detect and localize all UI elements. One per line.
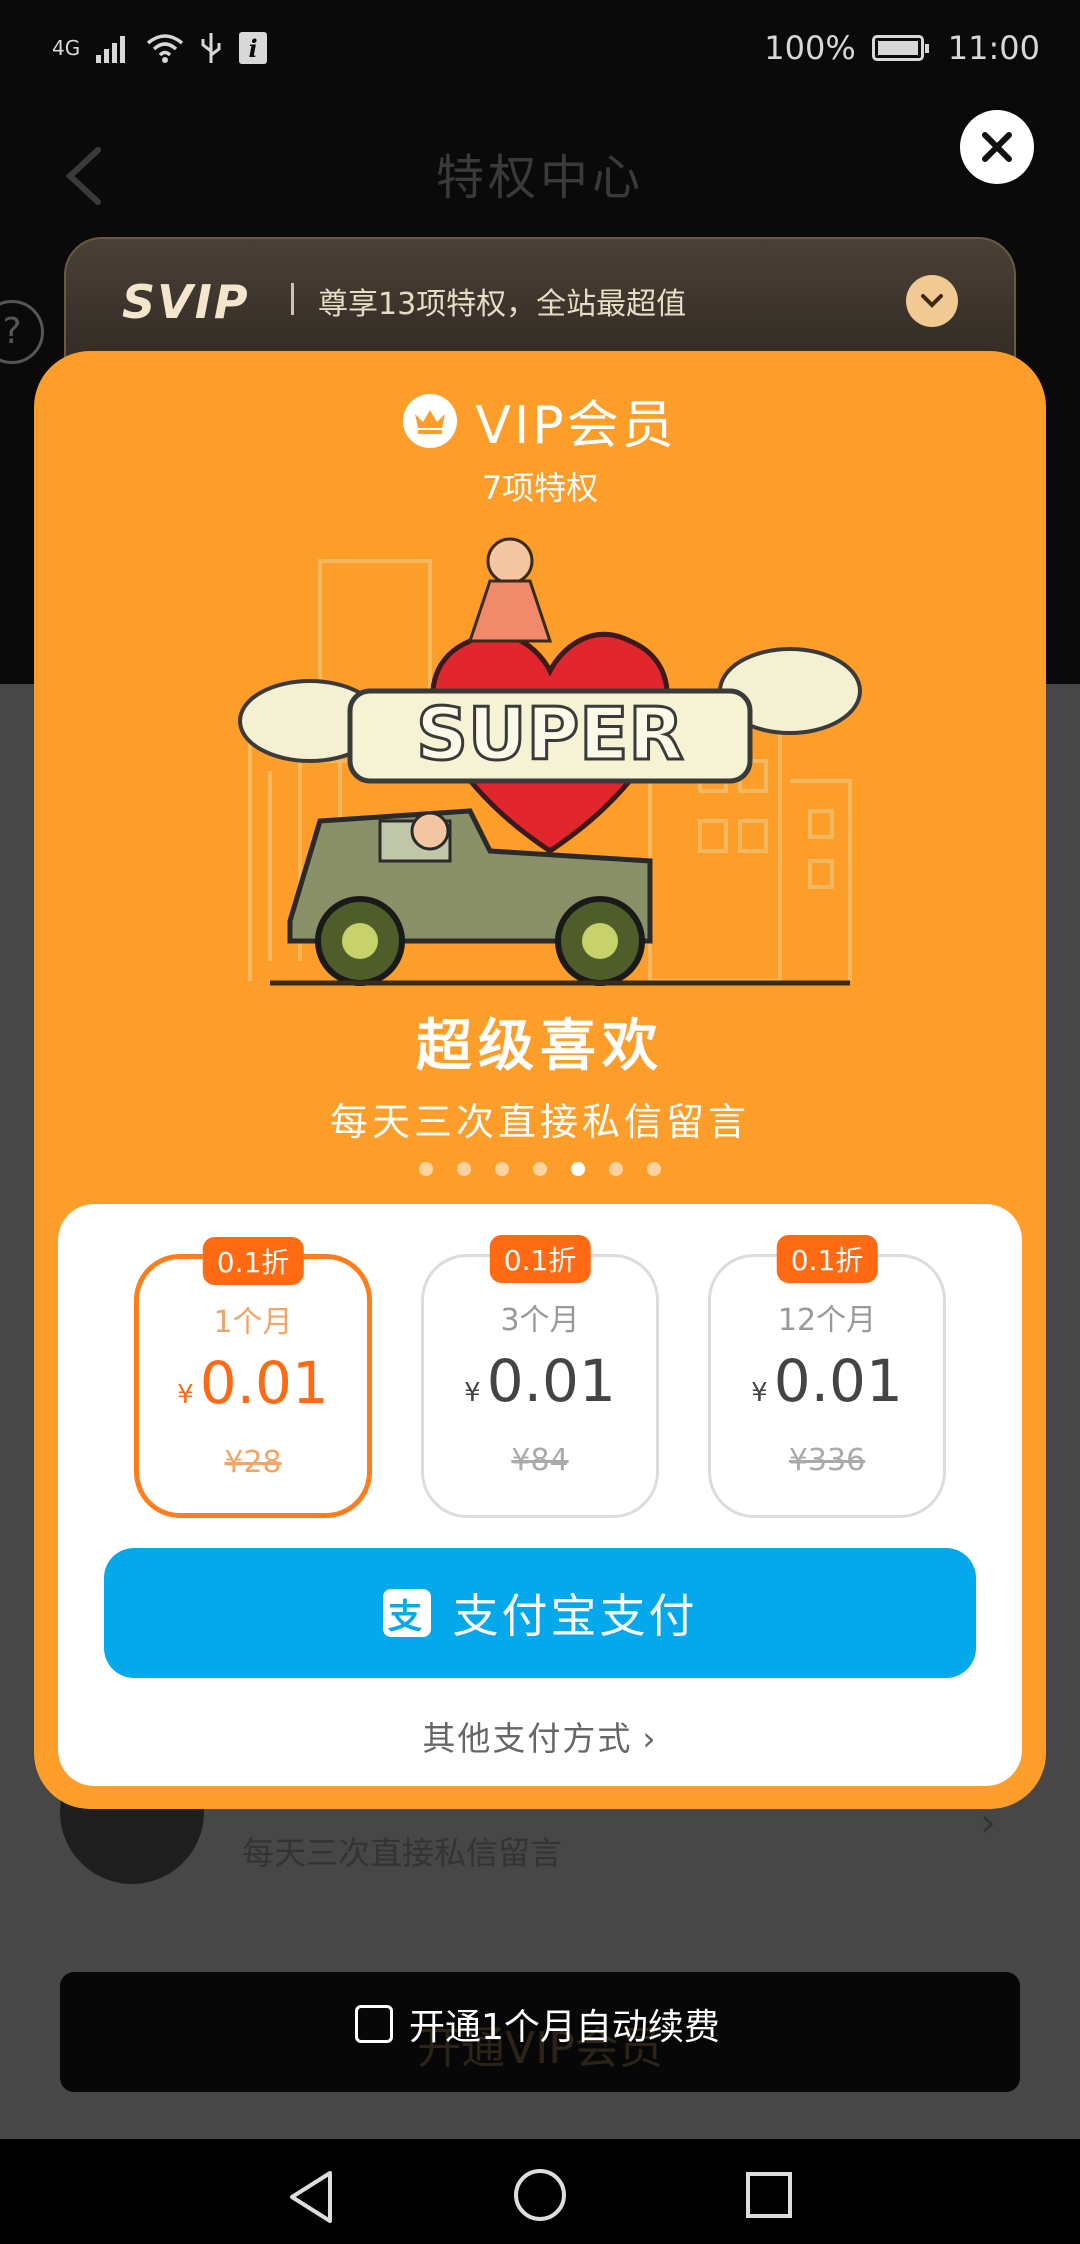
auto-renew-label: 开通1个月自动续费 [409, 2007, 720, 2048]
system-back-icon[interactable] [286, 2169, 336, 2225]
feature-description: 每天三次直接私信留言 [329, 1100, 750, 1144]
plan-card-12-months[interactable]: 0.1折 12个月 ¥0.01 ¥336 [708, 1235, 946, 1518]
nav-bar: 特权中心 [0, 110, 1080, 230]
chevron-down-icon[interactable] [906, 275, 958, 327]
system-recent-apps-icon[interactable] [746, 2172, 792, 2218]
auto-renew-checkbox[interactable] [355, 2005, 393, 2043]
alipay-icon: 支 [382, 1589, 431, 1637]
original-price: ¥28 [224, 1445, 282, 1480]
battery-percent: 100% [764, 29, 856, 67]
privilege-description: 每天三次直接私信留言 [242, 1834, 563, 1872]
currency-symbol: ¥ [464, 1378, 481, 1408]
auto-renew-option[interactable]: 开通1个月自动续费 [355, 1998, 720, 2050]
plan-card-1-month[interactable]: 0.1折 1个月 ¥0.01 ¥28 [134, 1237, 372, 1518]
system-home-icon[interactable] [514, 2169, 566, 2221]
discount-badge: 0.1折 [489, 1235, 591, 1283]
currency-symbol: ¥ [751, 1378, 768, 1408]
modal-header: VIP会员 [34, 383, 1046, 458]
usb-icon [201, 33, 221, 63]
carousel-dot[interactable] [495, 1162, 509, 1176]
crown-icon [403, 393, 458, 448]
svip-divider [291, 283, 294, 315]
other-payment-link[interactable]: 其他支付方式 › [58, 1712, 1022, 1760]
original-price: ¥84 [511, 1443, 569, 1478]
currency-symbol: ¥ [177, 1380, 194, 1410]
close-icon [982, 132, 1012, 162]
carousel-indicator [34, 1162, 1046, 1176]
other-payment-label: 其他支付方式 [422, 1719, 633, 1758]
pay-button-label: 支付宝支付 [452, 1589, 698, 1643]
close-button[interactable] [960, 110, 1034, 184]
plan-price: ¥0.01 [424, 1347, 656, 1415]
modal-subtitle: 7项特权 [481, 469, 599, 507]
price-amount: 0.01 [486, 1347, 616, 1415]
vip-purchase-modal: VIP会员 7项特权 SUPER 超级喜欢 每天三次直接私信留言 0.1折 1个… [34, 351, 1046, 1809]
svip-slogan: 尊享13项特权，全站最超值 [318, 287, 687, 322]
carousel-dot[interactable] [457, 1162, 471, 1176]
carousel-dot[interactable] [533, 1162, 547, 1176]
chevron-right-icon: › [642, 1719, 658, 1758]
network-type: 4G [52, 36, 81, 60]
original-price: ¥336 [788, 1443, 866, 1478]
plan-duration: 3个月 [500, 1303, 580, 1338]
illustration-super-text: SUPER [416, 692, 684, 776]
feature-title: 超级喜欢 [416, 1014, 664, 1079]
carousel-dot[interactable] [647, 1162, 661, 1176]
clock: 11:00 [947, 29, 1040, 67]
plan-duration: 1个月 [213, 1305, 293, 1340]
status-bar: 4G i 100% 11:00 [0, 0, 1080, 96]
price-amount: 0.01 [199, 1349, 329, 1417]
wifi-icon [147, 34, 184, 63]
plans-panel: 0.1折 1个月 ¥0.01 ¥28 0.1折 3个月 ¥0.01 ¥84 0.… [58, 1204, 1022, 1786]
modal-title: VIP会员 [475, 396, 677, 456]
plan-price: ¥0.01 [139, 1349, 367, 1417]
system-nav-bar [0, 2139, 1080, 2244]
status-icons-left: 4G i [52, 31, 268, 65]
svg-text:i: i [249, 34, 258, 63]
status-icons-right: 100% 11:00 [764, 29, 1040, 67]
discount-badge: 0.1折 [776, 1235, 878, 1283]
discount-badge: 0.1折 [202, 1237, 304, 1285]
carousel-dot[interactable] [609, 1162, 623, 1176]
carousel-dot[interactable] [571, 1162, 585, 1176]
page-title: 特权中心 [435, 150, 644, 206]
info-icon: i [239, 32, 268, 64]
alipay-pay-button[interactable]: 支 支付宝支付 [104, 1548, 976, 1678]
plan-card-3-months[interactable]: 0.1折 3个月 ¥0.01 ¥84 [421, 1235, 659, 1518]
carousel-dot[interactable] [419, 1162, 433, 1176]
plan-duration: 12个月 [777, 1303, 877, 1338]
battery-icon [871, 35, 929, 61]
svip-logo: SVIP [122, 275, 250, 329]
super-like-illustration: SUPER [238, 537, 862, 986]
signal-icon [96, 36, 126, 63]
price-amount: 0.01 [773, 1347, 903, 1415]
plan-price: ¥0.01 [711, 1347, 943, 1415]
